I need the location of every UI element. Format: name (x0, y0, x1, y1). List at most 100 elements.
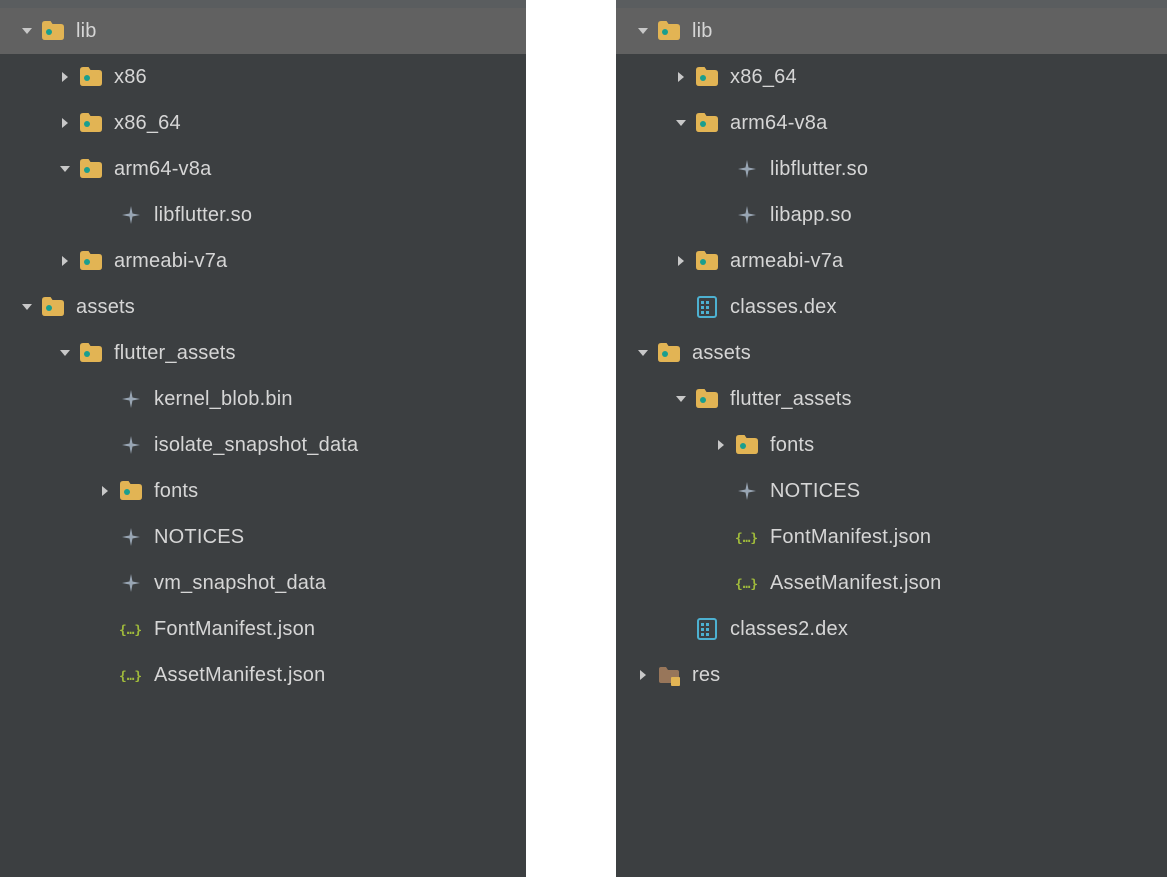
binary-file-icon (734, 478, 760, 504)
tree-row[interactable]: fonts (0, 468, 526, 514)
tree-item-label: lib (76, 20, 97, 43)
folder-icon (118, 478, 144, 504)
chevron-right-icon[interactable] (54, 112, 76, 134)
tree-item-label: flutter_assets (730, 388, 852, 411)
binary-file-icon (118, 386, 144, 412)
tree-row[interactable]: lib (616, 8, 1167, 54)
tree-item-label: arm64-v8a (730, 112, 827, 135)
chevron-down-icon[interactable] (54, 158, 76, 180)
tree-row[interactable]: libapp.so (616, 192, 1167, 238)
tree-item-label: libapp.so (770, 204, 852, 227)
tree-row[interactable]: libflutter.so (616, 146, 1167, 192)
tree-item-label: kernel_blob.bin (154, 388, 293, 411)
tree-item-label: fonts (154, 480, 198, 503)
folder-icon (694, 248, 720, 274)
chevron-down-icon[interactable] (632, 342, 654, 364)
tree-row[interactable]: FontManifest.json (616, 514, 1167, 560)
tree-row[interactable]: assets (616, 330, 1167, 376)
tree-item-label: assets (76, 296, 135, 319)
file-tree-panel-right: lib x86_64 arm64-v8a libflutter.so libapp.so… (616, 0, 1167, 877)
tree-item-label: flutter_assets (114, 342, 236, 365)
tree-row[interactable]: armeabi-v7a (0, 238, 526, 284)
folder-icon (694, 386, 720, 412)
tree-row[interactable]: libflutter.so (0, 192, 526, 238)
tree-item-label: classes.dex (730, 296, 837, 319)
tree-row[interactable]: res (616, 652, 1167, 698)
dex-file-icon (694, 294, 720, 320)
tree-row[interactable]: assets (0, 284, 526, 330)
tree-row[interactable]: isolate_snapshot_data (0, 422, 526, 468)
tree-item-label: FontManifest.json (770, 526, 931, 549)
tree-row[interactable]: flutter_assets (0, 330, 526, 376)
chevron-right-icon[interactable] (632, 664, 654, 686)
chevron-right-icon[interactable] (94, 480, 116, 502)
panel-topbar (0, 0, 526, 8)
tree-row[interactable]: flutter_assets (616, 376, 1167, 422)
file-tree-panel-left: lib x86x86_64arm64-v8alibflutter.soarmeab… (0, 0, 526, 877)
tree-row[interactable]: AssetManifest.json (616, 560, 1167, 606)
folder-icon (40, 18, 66, 44)
binary-file-icon (118, 570, 144, 596)
tree-row[interactable]: x86_64 (0, 100, 526, 146)
binary-file-icon (118, 432, 144, 458)
panel-topbar (616, 0, 1167, 8)
binary-file-icon (734, 202, 760, 228)
tree-row[interactable]: x86_64 (616, 54, 1167, 100)
folder-icon (78, 64, 104, 90)
chevron-right-icon[interactable] (670, 66, 692, 88)
tree-row[interactable]: fonts (616, 422, 1167, 468)
folder-icon (656, 340, 682, 366)
tree-row[interactable]: arm64-v8a (616, 100, 1167, 146)
chevron-right-icon[interactable] (54, 66, 76, 88)
tree-item-label: libflutter.so (770, 158, 868, 181)
folder-icon (78, 340, 104, 366)
json-file-icon (118, 662, 144, 688)
chevron-down-icon[interactable] (54, 342, 76, 364)
tree-row[interactable]: NOTICES (616, 468, 1167, 514)
tree-row[interactable]: vm_snapshot_data (0, 560, 526, 606)
folder-icon (656, 18, 682, 44)
tree-row[interactable]: classes2.dex (616, 606, 1167, 652)
json-file-icon (118, 616, 144, 642)
tree-item-label: AssetManifest.json (770, 572, 941, 595)
tree-row[interactable]: armeabi-v7a (616, 238, 1167, 284)
tree-item-label: vm_snapshot_data (154, 572, 326, 595)
folder-icon (78, 110, 104, 136)
chevron-right-icon[interactable] (710, 434, 732, 456)
tree-item-label: classes2.dex (730, 618, 848, 641)
chevron-down-icon[interactable] (16, 296, 38, 318)
folder-icon (78, 156, 104, 182)
tree-row[interactable]: FontManifest.json (0, 606, 526, 652)
tree-item-label: armeabi-v7a (730, 250, 843, 273)
tree-item-label: NOTICES (770, 480, 860, 503)
dex-file-icon (694, 616, 720, 642)
tree-item-label: x86_64 (730, 66, 797, 89)
tree-row[interactable]: lib (0, 8, 526, 54)
tree-item-label: lib (692, 20, 713, 43)
chevron-down-icon[interactable] (670, 112, 692, 134)
json-file-icon (734, 570, 760, 596)
chevron-down-icon[interactable] (670, 388, 692, 410)
tree-row[interactable]: x86 (0, 54, 526, 100)
chevron-down-icon[interactable] (16, 20, 38, 42)
binary-file-icon (118, 202, 144, 228)
folder-icon (40, 294, 66, 320)
tree-item-label: AssetManifest.json (154, 664, 325, 687)
folder-icon (78, 248, 104, 274)
folder-icon (734, 432, 760, 458)
tree-item-label: isolate_snapshot_data (154, 434, 358, 457)
tree-item-label: res (692, 664, 720, 687)
tree-row[interactable]: kernel_blob.bin (0, 376, 526, 422)
tree-row[interactable]: AssetManifest.json (0, 652, 526, 698)
tree-item-label: assets (692, 342, 751, 365)
chevron-right-icon[interactable] (670, 250, 692, 272)
tree-item-label: NOTICES (154, 526, 244, 549)
chevron-down-icon[interactable] (632, 20, 654, 42)
binary-file-icon (734, 156, 760, 182)
tree-row[interactable]: classes.dex (616, 284, 1167, 330)
tree-row[interactable]: NOTICES (0, 514, 526, 560)
binary-file-icon (118, 524, 144, 550)
tree-row[interactable]: arm64-v8a (0, 146, 526, 192)
chevron-right-icon[interactable] (54, 250, 76, 272)
tree-item-label: FontManifest.json (154, 618, 315, 641)
